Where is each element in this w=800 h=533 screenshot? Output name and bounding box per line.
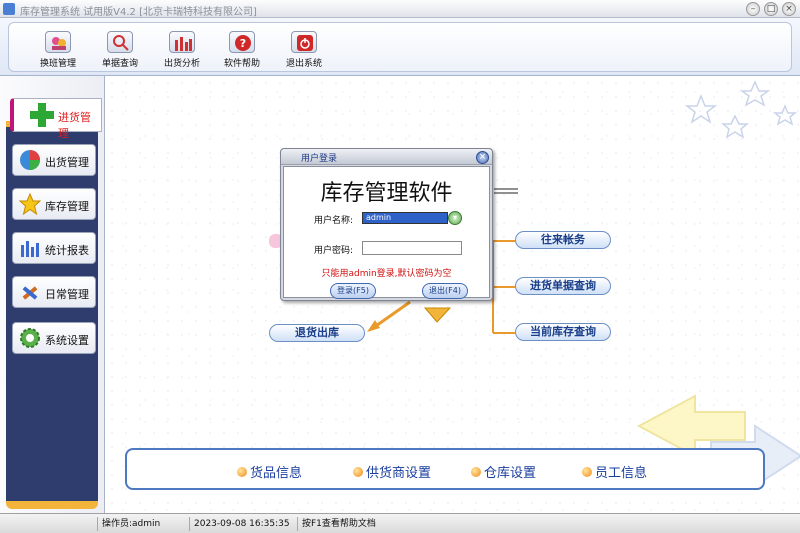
tools-icon — [19, 281, 41, 303]
document-search-button[interactable]: 单据查询 — [97, 31, 143, 71]
login-dialog: 用户登录 × 库存管理软件 用户名称: admin ▾ 用户密码: 只能用adm… — [280, 148, 493, 301]
toolbar: 换班管理 单据查询 出货分析 ? 软件帮助 退出系统 — [0, 18, 800, 76]
shipment-analysis-button[interactable]: 出货分析 — [159, 31, 205, 71]
exit-system-button[interactable]: 退出系统 — [281, 31, 327, 71]
purchase-query-button[interactable]: 进货单据查询 — [515, 277, 611, 295]
star-icon — [18, 192, 42, 216]
sidebar-panel — [6, 127, 98, 507]
help-icon: ? — [229, 31, 255, 53]
toolbar-panel: 换班管理 单据查询 出货分析 ? 软件帮助 退出系统 — [8, 22, 792, 72]
title-bar: 库存管理系统 试用版V4.2 [北京卡瑞特科技有限公司] – □ × — [0, 0, 800, 18]
document-search-label: 单据查询 — [101, 59, 138, 69]
software-help-button[interactable]: ? 软件帮助 — [219, 31, 265, 71]
sidebar-item-label: 日常管理 — [45, 288, 89, 301]
close-icon[interactable]: × — [476, 151, 489, 164]
gear-icon — [19, 327, 41, 349]
warehouse-settings-link[interactable]: 仓库设置 — [471, 462, 536, 481]
bullet-icon — [353, 466, 363, 477]
sidebar-item-label: 库存管理 — [45, 200, 89, 213]
exit-button[interactable]: 退出(F4) — [422, 283, 468, 299]
staff-info-link[interactable]: 员工信息 — [582, 462, 647, 481]
sidebar-item-inventory[interactable]: 库存管理 — [12, 188, 96, 220]
sidebar-item-label: 统计报表 — [45, 244, 89, 257]
dialog-heading: 库存管理软件 — [320, 181, 453, 206]
sidebar-footer — [6, 501, 98, 509]
exit-system-label: 退出系统 — [285, 59, 322, 69]
shift-change-icon — [45, 31, 71, 53]
sidebar-item-label: 进货管理 — [58, 111, 91, 140]
bullet-icon — [582, 466, 592, 477]
svg-text:?: ? — [240, 37, 246, 50]
link-label: 仓库设置 — [484, 466, 537, 481]
password-input[interactable] — [362, 241, 462, 255]
sidebar-item-purchase[interactable]: 进货管理 — [10, 98, 102, 140]
bar-chart-icon — [169, 31, 195, 53]
supplier-settings-link[interactable]: 供货商设置 — [353, 462, 431, 481]
status-bar: 操作员:admin 2023-09-08 16:35:35 按F1查看帮助文档 — [0, 513, 800, 533]
link-label: 员工信息 — [595, 466, 648, 481]
app-icon — [3, 3, 15, 15]
stock-query-button[interactable]: 当前库存查询 — [515, 323, 611, 341]
sidebar-item-daily[interactable]: 日常管理 — [12, 276, 96, 308]
dialog-titlebar: 用户登录 × — [281, 149, 492, 165]
link-label: 货品信息 — [250, 466, 303, 481]
datetime-status: 2023-09-08 16:35:35 — [189, 517, 297, 531]
return-out-button[interactable]: 退货出库 — [269, 324, 365, 342]
dialog-title: 用户登录 — [301, 154, 338, 164]
shipment-analysis-label: 出货分析 — [163, 59, 200, 69]
maximize-icon[interactable]: □ — [764, 2, 778, 16]
username-label: 用户名称: — [314, 216, 354, 226]
close-icon[interactable]: × — [782, 2, 796, 16]
login-hint: 只能用admin登录,默认密码为空 — [321, 269, 452, 279]
quick-links-bar: 货品信息 供货商设置 仓库设置 员工信息 — [125, 448, 765, 490]
bullet-icon — [237, 466, 247, 477]
password-label: 用户密码: — [314, 246, 354, 256]
link-label: 供货商设置 — [366, 466, 432, 481]
sidebar-item-label: 出货管理 — [45, 156, 89, 169]
partner-accounts-button[interactable]: 往来帐务 — [515, 231, 611, 249]
sidebar: 进货管理 出货管理 库存管理 统计报表 日常管理 系统设置 — [0, 76, 104, 513]
document-search-icon — [107, 31, 133, 53]
report-icon — [19, 237, 41, 259]
software-help-label: 软件帮助 — [223, 59, 260, 69]
pie-chart-icon — [19, 149, 41, 171]
window-controls: – □ × — [746, 2, 796, 16]
sidebar-item-settings[interactable]: 系统设置 — [12, 322, 96, 354]
goods-info-link[interactable]: 货品信息 — [237, 462, 302, 481]
login-button[interactable]: 登录(F5) — [330, 283, 376, 299]
operator-status: 操作员:admin — [97, 517, 189, 531]
sidebar-item-shipment[interactable]: 出货管理 — [12, 144, 96, 176]
chevron-down-icon[interactable]: ▾ — [448, 211, 462, 225]
help-status: 按F1查看帮助文档 — [297, 517, 477, 531]
sidebar-item-label: 系统设置 — [45, 334, 89, 347]
power-icon — [291, 31, 317, 53]
minimize-icon[interactable]: – — [746, 2, 760, 16]
username-input[interactable]: admin — [362, 212, 448, 224]
shift-change-button[interactable]: 换班管理 — [35, 31, 81, 71]
sidebar-item-reports[interactable]: 统计报表 — [12, 232, 96, 264]
plus-icon — [30, 103, 54, 130]
dialog-body: 库存管理软件 用户名称: admin ▾ 用户密码: 只能用admin登录,默认… — [283, 166, 490, 299]
shift-change-label: 换班管理 — [39, 59, 76, 69]
bullet-icon — [471, 466, 481, 477]
window-title: 库存管理系统 试用版V4.2 [北京卡瑞特科技有限公司] — [20, 7, 257, 18]
